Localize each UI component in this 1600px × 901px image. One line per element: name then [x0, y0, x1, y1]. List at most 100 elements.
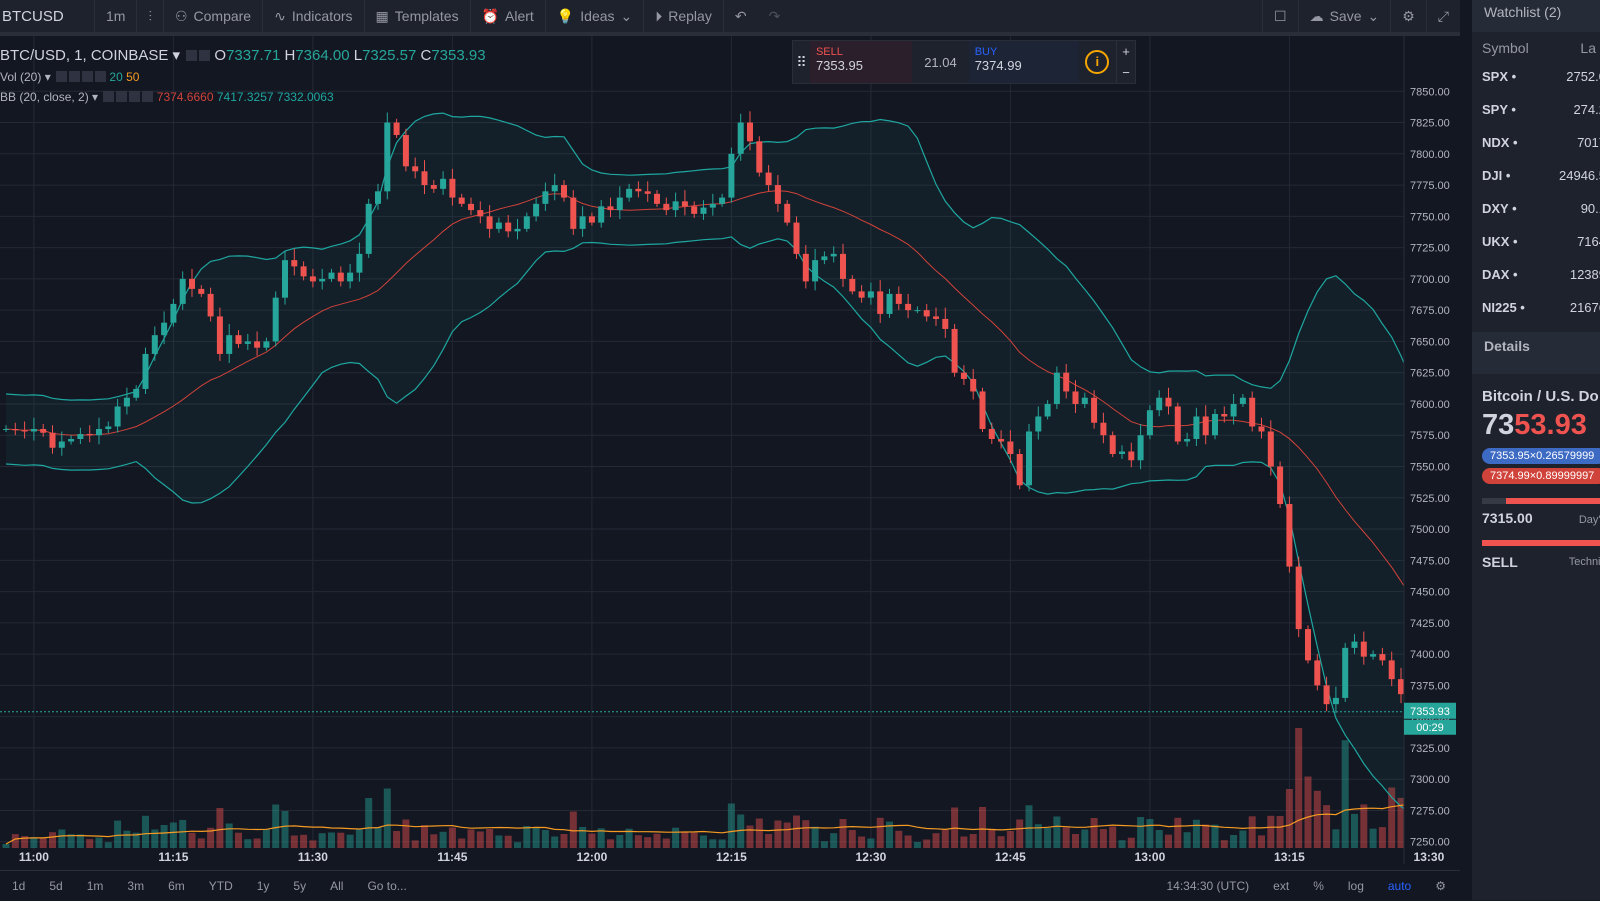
candle-body	[1100, 422, 1107, 436]
volume-bar	[39, 838, 47, 848]
watchlist-header[interactable]: Watchlist (2)	[1472, 0, 1600, 32]
volume-bar	[281, 811, 289, 848]
eye-icon[interactable]	[186, 50, 198, 61]
time-tick: 11:00	[19, 850, 49, 864]
compare-button[interactable]: ⚇ Compare	[162, 0, 262, 32]
symbol-search[interactable]: BTCUSD	[0, 8, 94, 25]
candle-body	[1277, 466, 1284, 505]
volume-bar	[495, 835, 503, 848]
eye-icon[interactable]	[56, 71, 68, 82]
candle-body	[561, 185, 567, 198]
watchlist-symbol: SPX •	[1482, 69, 1517, 84]
price-tick: 7825.00	[1410, 118, 1450, 130]
gear-icon[interactable]: ⚙	[1435, 879, 1446, 893]
candle-body	[1193, 416, 1200, 439]
range-1y[interactable]: 1y	[245, 879, 282, 893]
price-tick: 7725.00	[1410, 243, 1450, 255]
volume-bar	[179, 820, 187, 848]
plus-button[interactable]: +	[1116, 41, 1135, 62]
fullscreen-button[interactable]: ⤢	[1425, 0, 1460, 32]
volume-bar	[1192, 819, 1200, 848]
watchlist-row[interactable]: SPY • 274.2	[1472, 93, 1600, 126]
col-symbol[interactable]: Symbol	[1482, 40, 1529, 56]
candle-body	[1212, 413, 1218, 436]
range-goto[interactable]: Go to...	[355, 879, 418, 893]
chevron-down-icon: ⌄	[1367, 7, 1380, 24]
legend-title[interactable]: BTC/USD, 1, COINBASE	[0, 47, 168, 64]
watchlist-row[interactable]: DJI • 24946.5	[1472, 159, 1600, 192]
chevron-down-icon[interactable]: ▾	[168, 47, 181, 64]
watchlist-row[interactable]: DXY • 90.1	[1472, 192, 1600, 225]
ext-toggle[interactable]: ext	[1273, 879, 1289, 893]
sell-button[interactable]: SELL 7353.95	[809, 41, 913, 83]
close-icon[interactable]	[95, 71, 107, 82]
plus-icon[interactable]	[82, 71, 94, 82]
candle-body	[123, 397, 130, 407]
candle-body	[421, 171, 428, 186]
volume-bar	[1109, 826, 1117, 848]
gear-icon[interactable]	[199, 50, 211, 61]
watchlist-row[interactable]: NDX • 7017	[1472, 126, 1600, 159]
drag-handle-icon[interactable]: ⠿	[793, 41, 810, 83]
replay-button[interactable]: ⏵ Replay	[643, 0, 723, 32]
range-1d[interactable]: 1d	[0, 879, 37, 893]
settings-button[interactable]: ⚙	[1390, 0, 1426, 32]
volume-bar	[393, 831, 401, 848]
candle-body	[133, 388, 140, 398]
range-ytd[interactable]: YTD	[197, 879, 245, 893]
volume-bar	[867, 838, 875, 848]
utc-time[interactable]: 14:34:30 (UTC)	[1166, 879, 1249, 893]
price-chart[interactable]: 7250.007275.007300.007325.007350.007375.…	[0, 36, 1584, 864]
chart-style-button[interactable]: ⫶	[136, 0, 163, 32]
bollinger-label[interactable]: BB (20, close, 2)	[0, 90, 89, 104]
chevron-down-icon[interactable]: ▾	[41, 70, 51, 84]
gear-icon[interactable]	[69, 71, 81, 82]
save-button[interactable]: ☁ Save ⌄	[1297, 0, 1391, 32]
buy-button[interactable]: BUY 7374.99	[968, 41, 1079, 83]
volume-bar	[30, 837, 38, 848]
templates-button[interactable]: ▦ Templates	[363, 0, 470, 32]
volume-bar	[1127, 837, 1135, 848]
candle-body	[458, 197, 465, 204]
close-icon[interactable]	[142, 91, 154, 102]
watchlist-row[interactable]: SPX • 2752.0	[1472, 60, 1600, 93]
range-5y[interactable]: 5y	[281, 879, 318, 893]
percent-toggle[interactable]: %	[1313, 879, 1324, 893]
range-1m[interactable]: 1m	[75, 879, 116, 893]
range-5d[interactable]: 5d	[37, 879, 74, 893]
chart-area[interactable]: 7250.007275.007300.007325.007350.007375.…	[0, 36, 1584, 864]
gear-icon[interactable]	[116, 91, 128, 102]
plus-icon[interactable]	[129, 91, 141, 102]
minus-button[interactable]: −	[1116, 62, 1135, 83]
watchlist-row[interactable]: DAX • 12389	[1472, 258, 1600, 291]
eye-icon[interactable]	[103, 91, 115, 102]
volume-label[interactable]: Vol (20)	[0, 70, 41, 84]
chevron-down-icon[interactable]: ▾	[89, 90, 98, 104]
log-toggle[interactable]: log	[1348, 879, 1364, 893]
col-last[interactable]: La	[1580, 40, 1596, 56]
candle-body	[1081, 397, 1088, 404]
last-price-label: 7353.93	[1410, 706, 1450, 718]
layout-button[interactable]: ☐	[1262, 0, 1298, 32]
info-button[interactable]: i	[1079, 41, 1117, 83]
redo-button[interactable]: ↷	[758, 0, 792, 32]
ideas-button[interactable]: 💡 Ideas ⌄	[544, 0, 643, 32]
auto-toggle[interactable]: auto	[1388, 879, 1411, 893]
volume-bar	[932, 833, 940, 848]
range-all[interactable]: All	[318, 879, 355, 893]
watchlist-row[interactable]: UKX • 7164	[1472, 225, 1600, 258]
candle-body	[468, 203, 474, 211]
candle-body	[616, 197, 623, 211]
indicators-button[interactable]: ∿ Indicators	[262, 0, 363, 32]
range-3m[interactable]: 3m	[115, 879, 156, 893]
volume-bar	[979, 807, 986, 848]
undo-button[interactable]: ↶	[722, 0, 758, 32]
candle-body	[68, 438, 75, 442]
interval-button[interactable]: 1m	[94, 0, 136, 32]
details-header[interactable]: Details	[1472, 332, 1600, 374]
price-tick: 7525.00	[1410, 493, 1450, 505]
watchlist-row[interactable]: NI225 • 21676	[1472, 291, 1600, 324]
alert-button[interactable]: ⏰ Alert	[469, 0, 545, 32]
volume-bar	[309, 840, 317, 848]
range-6m[interactable]: 6m	[156, 879, 197, 893]
